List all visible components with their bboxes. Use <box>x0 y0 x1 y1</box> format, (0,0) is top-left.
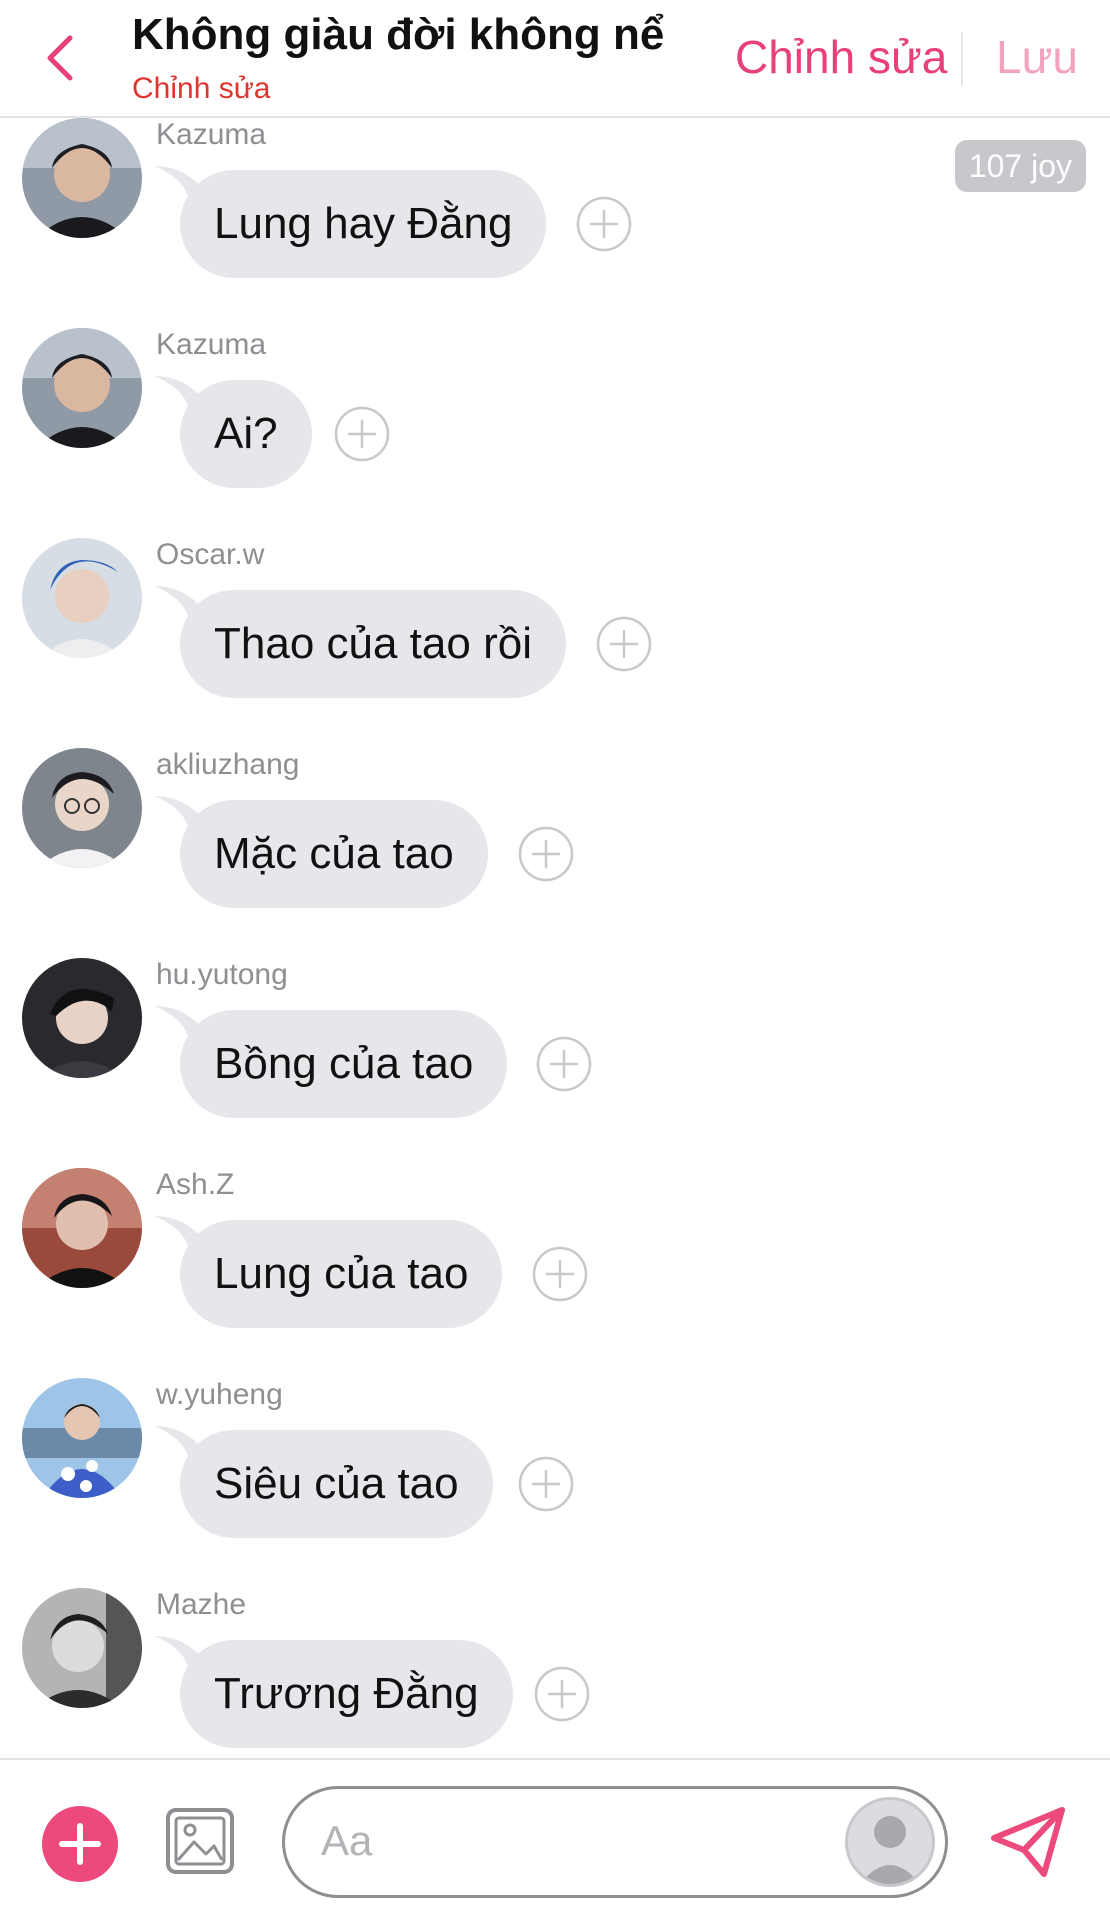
add-reaction-icon[interactable] <box>576 196 632 252</box>
avatar[interactable] <box>22 118 142 238</box>
avatar[interactable] <box>22 1378 142 1498</box>
avatar[interactable] <box>22 958 142 1078</box>
avatar[interactable] <box>22 328 142 448</box>
header-divider <box>961 32 963 86</box>
plus-icon <box>59 1823 101 1865</box>
sender-name: Oscar.w <box>156 538 265 571</box>
add-reaction-icon[interactable] <box>532 1246 588 1302</box>
sender-name: w.yuheng <box>156 1378 283 1411</box>
message-row: w.yuheng Siêu của tao <box>0 1378 1110 1588</box>
message-row: Ash.Z Lung của tao <box>0 1168 1110 1378</box>
add-reaction-icon[interactable] <box>334 406 390 462</box>
composer-bar <box>0 1758 1110 1920</box>
sender-name: Mazhe <box>156 1588 247 1621</box>
sender-name: Ash.Z <box>156 1168 235 1201</box>
avatar[interactable] <box>22 748 142 868</box>
add-reaction-icon[interactable] <box>534 1666 590 1722</box>
message-bubble[interactable]: Bồng của tao <box>180 1010 508 1118</box>
message-bubble[interactable]: Lung hay Đằng <box>180 170 547 278</box>
sender-name: akliuzhang <box>156 748 300 781</box>
edit-button[interactable]: Chỉnh sửa <box>735 30 947 84</box>
message-bubble[interactable]: Thao của tao rồi <box>180 590 566 698</box>
message-row: akliuzhang Mặc của tao <box>0 748 1110 958</box>
message-row: Kazuma Lung hay Đằng 107 joy <box>0 118 1110 328</box>
send-icon[interactable] <box>988 1804 1068 1880</box>
message-row: hu.yutong Bồng của tao <box>0 958 1110 1168</box>
back-chevron-icon[interactable] <box>40 32 80 84</box>
add-reaction-icon[interactable] <box>518 826 574 882</box>
message-bubble[interactable]: Trương Đằng <box>180 1640 513 1748</box>
story-subtitle[interactable]: Chỉnh sửa <box>132 72 271 106</box>
message-row: Oscar.w Thao của tao rồi <box>0 538 1110 748</box>
sender-name: Kazuma <box>156 328 267 361</box>
message-bubble[interactable]: Siêu của tao <box>180 1430 493 1538</box>
sender-name: hu.yutong <box>156 958 288 991</box>
add-character-button[interactable] <box>42 1806 118 1882</box>
message-input-container <box>282 1786 948 1898</box>
add-reaction-icon[interactable] <box>536 1036 592 1092</box>
story-title: Không giàu đời không nể <box>132 10 665 59</box>
message-bubble[interactable]: Lung của tao <box>180 1220 503 1328</box>
add-reaction-icon[interactable] <box>596 616 652 672</box>
joy-badge: 107 joy <box>954 140 1086 192</box>
save-button[interactable]: Lưu <box>996 30 1078 84</box>
image-icon[interactable] <box>164 1806 236 1876</box>
persona-avatar-icon[interactable] <box>845 1797 935 1887</box>
message-bubble[interactable]: Ai? <box>180 380 312 488</box>
message-input[interactable] <box>321 1809 841 1873</box>
avatar[interactable] <box>22 1588 142 1708</box>
message-row: Kazuma Ai? <box>0 328 1110 538</box>
avatar[interactable] <box>22 538 142 658</box>
avatar[interactable] <box>22 1168 142 1288</box>
message-row: Mazhe Trương Đằng <box>0 1588 1110 1758</box>
sender-name: Kazuma <box>156 118 267 151</box>
message-list[interactable]: Kazuma Lung hay Đằng 107 joy Kazuma Ai? … <box>0 118 1110 1758</box>
chat-header: Không giàu đời không nể Chỉnh sửa Chỉnh … <box>0 0 1110 118</box>
add-reaction-icon[interactable] <box>518 1456 574 1512</box>
message-bubble[interactable]: Mặc của tao <box>180 800 488 908</box>
